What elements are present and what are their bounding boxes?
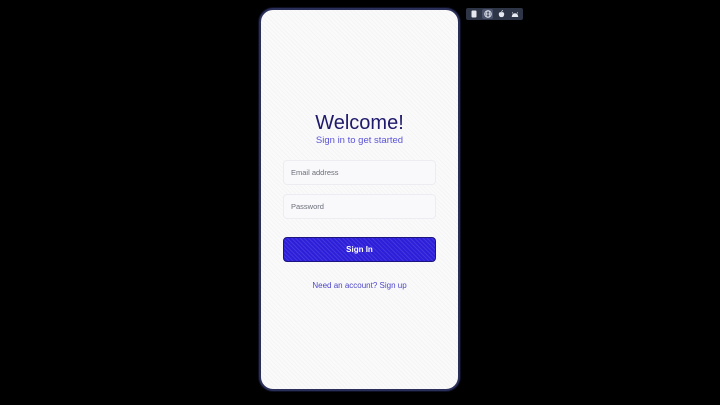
platform-switcher — [466, 8, 523, 20]
page-subtitle: Sign in to get started — [315, 135, 404, 146]
apple-icon[interactable] — [496, 9, 507, 19]
password-field[interactable] — [283, 194, 436, 219]
globe-icon[interactable] — [482, 9, 494, 19]
sign-up-link[interactable]: Need an account? Sign up — [261, 281, 458, 290]
login-screen: Welcome! Sign in to get started Sign In … — [261, 10, 458, 389]
phone-frame: Welcome! Sign in to get started Sign In … — [259, 8, 460, 391]
email-field[interactable] — [283, 160, 436, 185]
stage: Welcome! Sign in to get started Sign In … — [0, 0, 720, 405]
page-title: Welcome! — [315, 112, 404, 134]
sign-in-button[interactable]: Sign In — [283, 237, 436, 262]
android-icon[interactable] — [509, 9, 520, 19]
phone-icon[interactable] — [469, 9, 480, 19]
